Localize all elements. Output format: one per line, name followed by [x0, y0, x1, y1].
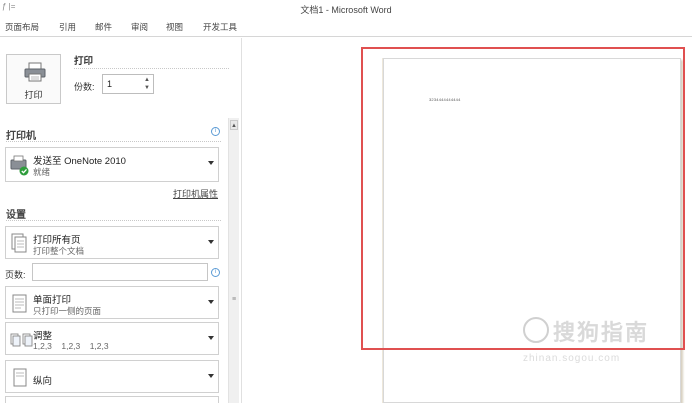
printer-status: 就绪	[33, 167, 51, 177]
tab-view[interactable]: 视图	[166, 21, 183, 33]
divider	[6, 141, 221, 142]
portrait-icon	[13, 368, 27, 387]
sides-main: 单面打印	[33, 295, 72, 306]
orientation-dropdown[interactable]: 纵向	[5, 360, 219, 393]
tab-page-layout[interactable]: 页面布局	[5, 21, 39, 33]
chevron-down-icon	[208, 240, 214, 244]
settings-scrollbar[interactable]: ▲ ≡	[228, 118, 239, 403]
copies-label: 份数:	[74, 82, 95, 92]
window-title: 文档1 - Microsoft Word	[300, 5, 392, 15]
settings-section-title: 设置	[6, 210, 26, 221]
pages-input[interactable]	[32, 263, 208, 281]
scroll-grip-icon[interactable]: ≡	[230, 296, 238, 306]
tab-developer[interactable]: 开发工具	[203, 21, 237, 33]
watermark-text: 搜狗指南	[553, 321, 650, 346]
printer-section-title: 打印机	[6, 131, 36, 142]
print-button-label: 打印	[24, 90, 43, 100]
print-range-dropdown[interactable]: 打印所有页 打印整个文档	[5, 226, 219, 259]
watermark-url: zhinan.sogou.com	[523, 353, 621, 364]
copies-value: 1	[107, 79, 113, 89]
collate-icon	[10, 333, 33, 347]
title-bar: ƒ |= 文档1 - Microsoft Word	[0, 0, 692, 17]
collation-main: 调整	[33, 331, 53, 342]
tab-references[interactable]: 引用	[59, 21, 76, 33]
print-settings-panel: 打印 打印 份数: 1 ▲ ▼ 打印机 i 发送至 OneNote 2010 就绪…	[0, 38, 242, 403]
print-heading: 打印	[74, 56, 94, 67]
scroll-up-icon[interactable]: ▲	[230, 120, 238, 130]
copies-stepper[interactable]: 1 ▲ ▼	[102, 74, 154, 94]
onenote-printer-icon	[10, 155, 29, 176]
watermark: 搜狗指南 zhinan.sogou.com	[523, 315, 673, 367]
chevron-down-icon	[208, 300, 214, 304]
divider	[74, 68, 229, 69]
print-button[interactable]: 打印	[6, 54, 61, 104]
divider	[6, 220, 221, 221]
collation-sub: 1,2,3 1,2,3 1,2,3	[33, 341, 109, 351]
sides-dropdown[interactable]: 单面打印 只打印一侧的页面	[5, 286, 219, 319]
collation-dropdown[interactable]: 调整 1,2,3 1,2,3 1,2,3	[5, 322, 219, 355]
info-icon[interactable]: i	[211, 268, 220, 277]
sogou-logo-icon	[523, 317, 549, 343]
orientation-main: 纵向	[33, 376, 53, 387]
printer-icon	[24, 62, 46, 82]
print-range-sub: 打印整个文档	[33, 246, 85, 256]
print-preview-area: 3234444444444 搜狗指南 zhinan.sogou.com	[242, 38, 692, 403]
chevron-down-icon	[208, 161, 214, 165]
sides-sub: 只打印一侧的页面	[33, 306, 102, 316]
printer-dropdown[interactable]: 发送至 OneNote 2010 就绪	[5, 147, 219, 182]
chevron-down-icon	[208, 336, 214, 340]
ribbon-tabs: 页面布局 引用 邮件 审阅 视图 开发工具	[0, 17, 692, 37]
chevron-down-icon	[208, 374, 214, 378]
next-setting-dropdown[interactable]	[5, 396, 219, 403]
tab-review[interactable]: 审阅	[131, 21, 148, 33]
print-range-main: 打印所有页	[33, 235, 81, 246]
all-pages-icon	[11, 233, 27, 253]
info-icon[interactable]: i	[211, 127, 220, 136]
pages-label: 页数:	[5, 270, 26, 280]
tab-mailings[interactable]: 邮件	[95, 21, 112, 33]
single-sided-icon	[12, 294, 27, 313]
printer-properties-link[interactable]: 打印机属性	[173, 187, 218, 200]
spin-arrows-icon[interactable]: ▲ ▼	[143, 76, 151, 92]
printer-name: 发送至 OneNote 2010	[33, 156, 126, 167]
highlight-frame	[361, 47, 685, 350]
